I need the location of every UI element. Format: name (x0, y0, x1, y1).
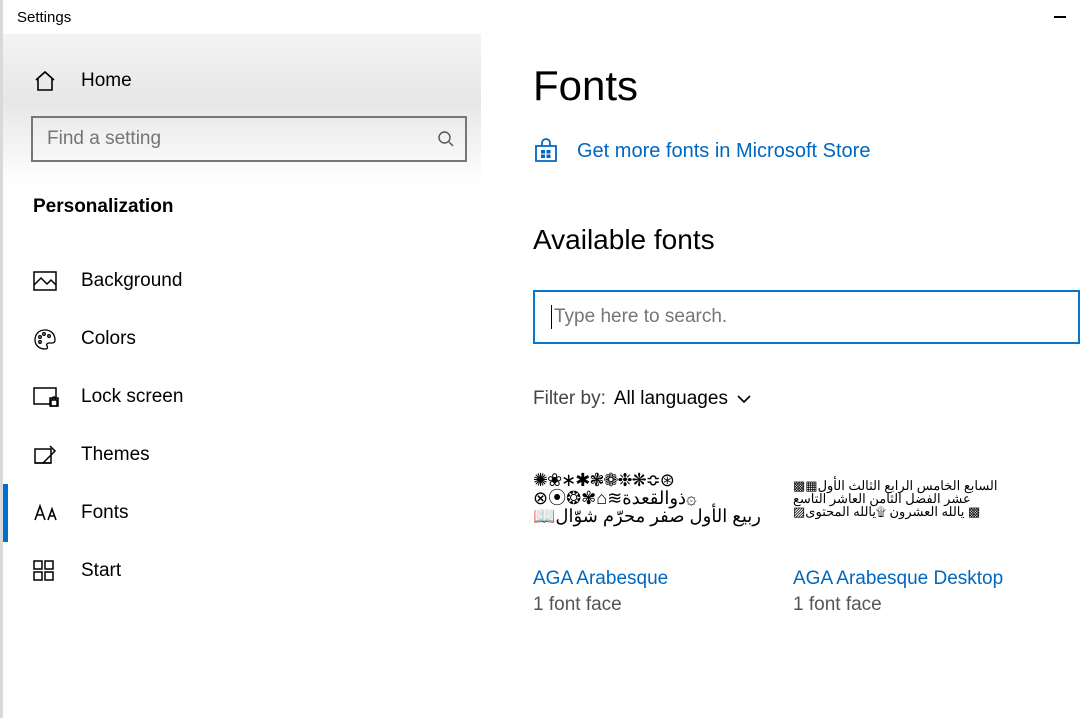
text-cursor (551, 305, 552, 329)
main-panel: Fonts Get more fonts in Microsoft Store … (481, 34, 1080, 718)
font-name: AGA Arabesque Desktop (793, 568, 1023, 590)
available-fonts-heading: Available fonts (533, 224, 1080, 256)
sidebar-item-lockscreen[interactable]: Lock screen (3, 368, 481, 426)
home-icon (33, 70, 57, 92)
sidebar-search[interactable] (31, 116, 467, 162)
store-icon (533, 138, 559, 164)
sidebar-item-label: Themes (81, 444, 150, 466)
filter-row[interactable]: Filter by: All languages (533, 388, 1080, 410)
sidebar-item-label: Colors (81, 328, 136, 350)
font-cards: ✺❀∗✱❃❁❉❋≎⊛ ⊗⦿❂✾⌂≋ذوالقعدة۞ 📖ربيع الأول ص… (533, 438, 1080, 616)
font-name: AGA Arabesque (533, 568, 763, 590)
sidebar-item-fonts[interactable]: Fonts (3, 484, 481, 542)
home-label: Home (81, 70, 132, 92)
sidebar-item-start[interactable]: Start (3, 542, 481, 600)
minimize-button[interactable] (1054, 16, 1066, 18)
palette-icon (33, 328, 57, 350)
sidebar-item-label: Start (81, 560, 121, 582)
search-icon (437, 130, 455, 148)
sidebar-item-label: Lock screen (81, 386, 183, 408)
fonts-icon (33, 503, 57, 523)
filter-label: Filter by: (533, 388, 606, 410)
store-link-label: Get more fonts in Microsoft Store (577, 140, 870, 163)
font-card[interactable]: ▩▦السابع الخامس الرابع الثالث الأول عشر … (793, 438, 1023, 616)
sidebar-section-title: Personalization (3, 162, 481, 226)
font-faces: 1 font face (793, 594, 1023, 616)
font-search-input[interactable] (554, 306, 1078, 328)
chevron-down-icon (736, 393, 752, 405)
titlebar: Settings (0, 0, 1080, 34)
font-faces: 1 font face (533, 594, 763, 616)
sidebar-item-label: Fonts (81, 502, 129, 524)
search-input[interactable] (47, 128, 414, 150)
start-icon (33, 560, 57, 582)
lock-screen-icon (33, 387, 57, 407)
store-link[interactable]: Get more fonts in Microsoft Store (533, 138, 1080, 164)
themes-icon (33, 444, 57, 466)
sidebar-nav: Background Colors (3, 252, 481, 600)
sidebar-item-label: Background (81, 270, 182, 292)
page-title: Fonts (533, 62, 1080, 110)
font-preview: ✺❀∗✱❃❁❉❋≎⊛ ⊗⦿❂✾⌂≋ذوالقعدة۞ 📖ربيع الأول ص… (533, 438, 763, 558)
sidebar-item-background[interactable]: Background (3, 252, 481, 310)
font-card[interactable]: ✺❀∗✱❃❁❉❋≎⊛ ⊗⦿❂✾⌂≋ذوالقعدة۞ 📖ربيع الأول ص… (533, 438, 763, 616)
filter-value: All languages (614, 388, 728, 410)
sidebar-item-themes[interactable]: Themes (3, 426, 481, 484)
sidebar: Home Personalization (3, 34, 481, 718)
font-search-box[interactable] (533, 290, 1080, 344)
window-title: Settings (17, 9, 71, 26)
sidebar-item-colors[interactable]: Colors (3, 310, 481, 368)
image-icon (33, 271, 57, 291)
home-button[interactable]: Home (3, 34, 481, 114)
font-preview: ▩▦السابع الخامس الرابع الثالث الأول عشر … (793, 438, 1023, 558)
